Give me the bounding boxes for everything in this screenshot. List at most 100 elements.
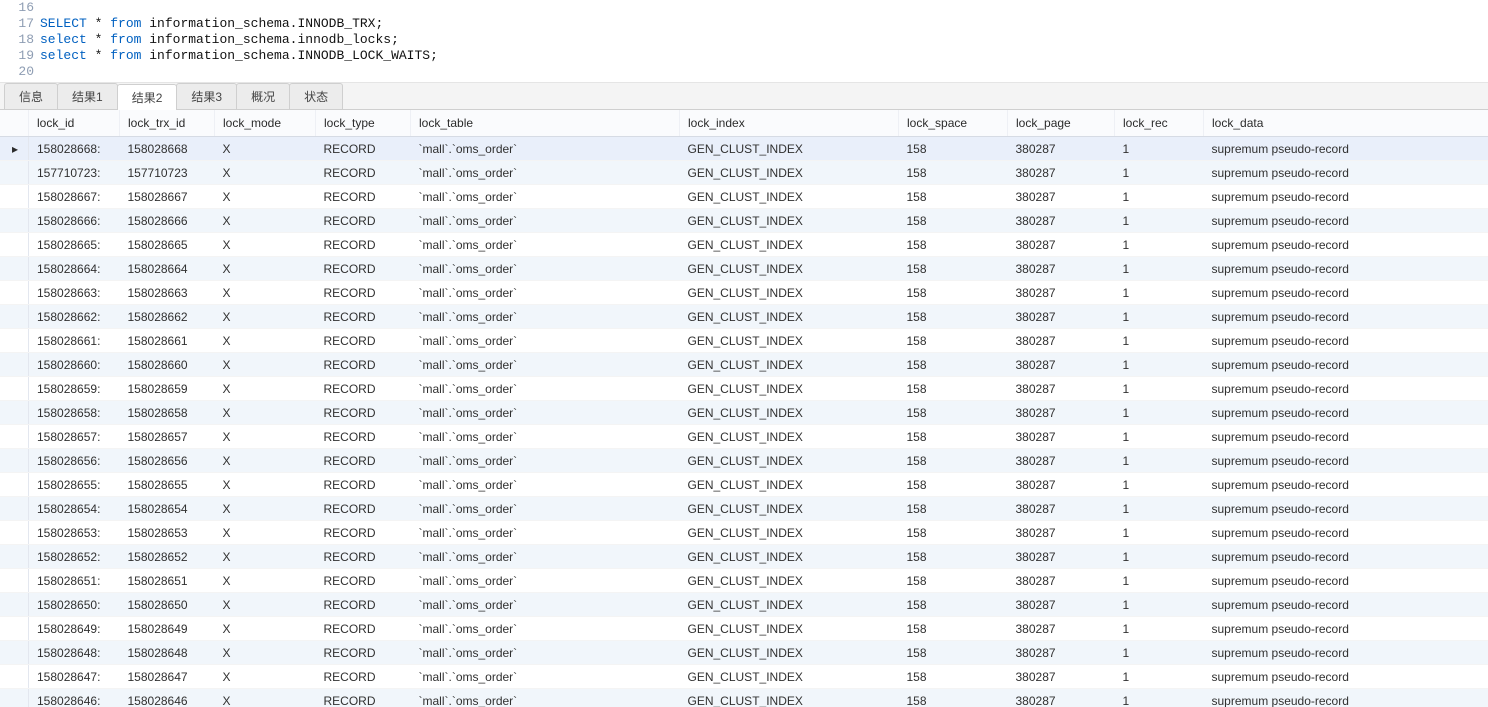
table-row[interactable]: 158028649:158028649XRECORD`mall`.`oms_or… [0, 617, 1488, 641]
cell-lock_page[interactable]: 380287 [1008, 209, 1115, 233]
tab-5[interactable]: 状态 [289, 83, 343, 109]
cell-lock_rec[interactable]: 1 [1115, 521, 1204, 545]
cell-lock_type[interactable]: RECORD [316, 593, 411, 617]
cell-lock_index[interactable]: GEN_CLUST_INDEX [680, 473, 899, 497]
cell-lock_id[interactable]: 158028650: [29, 593, 120, 617]
cell-lock_space[interactable]: 158 [899, 401, 1008, 425]
cell-lock_page[interactable]: 380287 [1008, 497, 1115, 521]
cell-lock_type[interactable]: RECORD [316, 545, 411, 569]
cell-lock_mode[interactable]: X [215, 425, 316, 449]
cell-lock_space[interactable]: 158 [899, 425, 1008, 449]
cell-lock_table[interactable]: `mall`.`oms_order` [411, 569, 680, 593]
cell-lock_space[interactable]: 158 [899, 497, 1008, 521]
cell-lock_id[interactable]: 158028663: [29, 281, 120, 305]
cell-lock_index[interactable]: GEN_CLUST_INDEX [680, 137, 899, 161]
cell-lock_trx_id[interactable]: 158028657 [120, 425, 215, 449]
cell-lock_page[interactable]: 380287 [1008, 689, 1115, 707]
cell-lock_table[interactable]: `mall`.`oms_order` [411, 641, 680, 665]
cell-lock_space[interactable]: 158 [899, 329, 1008, 353]
cell-lock_mode[interactable]: X [215, 545, 316, 569]
cell-lock_id[interactable]: 158028655: [29, 473, 120, 497]
cell-lock_mode[interactable]: X [215, 617, 316, 641]
cell-lock_rec[interactable]: 1 [1115, 593, 1204, 617]
cell-lock_id[interactable]: 158028660: [29, 353, 120, 377]
cell-lock_id[interactable]: 158028665: [29, 233, 120, 257]
cell-lock_space[interactable]: 158 [899, 449, 1008, 473]
cell-lock_mode[interactable]: X [215, 521, 316, 545]
cell-lock_id[interactable]: 158028647: [29, 665, 120, 689]
cell-lock_index[interactable]: GEN_CLUST_INDEX [680, 545, 899, 569]
code-text[interactable]: select * from information_schema.innodb_… [40, 32, 399, 48]
cell-lock_type[interactable]: RECORD [316, 497, 411, 521]
cell-lock_table[interactable]: `mall`.`oms_order` [411, 545, 680, 569]
cell-lock_mode[interactable]: X [215, 161, 316, 185]
cell-lock_page[interactable]: 380287 [1008, 569, 1115, 593]
cell-lock_type[interactable]: RECORD [316, 185, 411, 209]
cell-lock_space[interactable]: 158 [899, 209, 1008, 233]
cell-lock_space[interactable]: 158 [899, 233, 1008, 257]
cell-lock_type[interactable]: RECORD [316, 209, 411, 233]
cell-lock_trx_id[interactable]: 158028663 [120, 281, 215, 305]
cell-lock_trx_id[interactable]: 158028665 [120, 233, 215, 257]
table-row[interactable]: 157710723:157710723XRECORD`mall`.`oms_or… [0, 161, 1488, 185]
cell-lock_mode[interactable]: X [215, 185, 316, 209]
cell-lock_trx_id[interactable]: 158028652 [120, 545, 215, 569]
table-row[interactable]: 158028661:158028661XRECORD`mall`.`oms_or… [0, 329, 1488, 353]
cell-lock_index[interactable]: GEN_CLUST_INDEX [680, 665, 899, 689]
cell-lock_data[interactable]: supremum pseudo-record [1204, 137, 1488, 161]
cell-lock_page[interactable]: 380287 [1008, 593, 1115, 617]
cell-lock_id[interactable]: 158028666: [29, 209, 120, 233]
cell-lock_rec[interactable]: 1 [1115, 137, 1204, 161]
cell-lock_page[interactable]: 380287 [1008, 473, 1115, 497]
table-row[interactable]: 158028653:158028653XRECORD`mall`.`oms_or… [0, 521, 1488, 545]
cell-lock_trx_id[interactable]: 158028660 [120, 353, 215, 377]
cell-lock_rec[interactable]: 1 [1115, 185, 1204, 209]
cell-lock_page[interactable]: 380287 [1008, 329, 1115, 353]
table-row[interactable]: 158028666:158028666XRECORD`mall`.`oms_or… [0, 209, 1488, 233]
cell-lock_type[interactable]: RECORD [316, 161, 411, 185]
cell-lock_id[interactable]: 158028656: [29, 449, 120, 473]
tab-2[interactable]: 结果2 [117, 84, 178, 110]
cell-lock_mode[interactable]: X [215, 593, 316, 617]
cell-lock_data[interactable]: supremum pseudo-record [1204, 449, 1488, 473]
cell-lock_data[interactable]: supremum pseudo-record [1204, 281, 1488, 305]
table-row[interactable]: 158028647:158028647XRECORD`mall`.`oms_or… [0, 665, 1488, 689]
cell-lock_table[interactable]: `mall`.`oms_order` [411, 521, 680, 545]
cell-lock_space[interactable]: 158 [899, 689, 1008, 707]
cell-lock_mode[interactable]: X [215, 401, 316, 425]
cell-lock_trx_id[interactable]: 158028647 [120, 665, 215, 689]
cell-lock_mode[interactable]: X [215, 257, 316, 281]
cell-lock_rec[interactable]: 1 [1115, 257, 1204, 281]
cell-lock_id[interactable]: 158028648: [29, 641, 120, 665]
cell-lock_table[interactable]: `mall`.`oms_order` [411, 137, 680, 161]
cell-lock_data[interactable]: supremum pseudo-record [1204, 233, 1488, 257]
cell-lock_rec[interactable]: 1 [1115, 281, 1204, 305]
cell-lock_index[interactable]: GEN_CLUST_INDEX [680, 233, 899, 257]
cell-lock_index[interactable]: GEN_CLUST_INDEX [680, 329, 899, 353]
cell-lock_trx_id[interactable]: 158028646 [120, 689, 215, 707]
cell-lock_page[interactable]: 380287 [1008, 545, 1115, 569]
cell-lock_space[interactable]: 158 [899, 137, 1008, 161]
cell-lock_mode[interactable]: X [215, 137, 316, 161]
tab-3[interactable]: 结果3 [176, 83, 237, 109]
cell-lock_data[interactable]: supremum pseudo-record [1204, 545, 1488, 569]
table-row[interactable]: ▸158028668:158028668XRECORD`mall`.`oms_o… [0, 137, 1488, 161]
cell-lock_type[interactable]: RECORD [316, 473, 411, 497]
cell-lock_trx_id[interactable]: 158028656 [120, 449, 215, 473]
code-text[interactable]: SELECT * from information_schema.INNODB_… [40, 16, 383, 32]
cell-lock_page[interactable]: 380287 [1008, 353, 1115, 377]
cell-lock_rec[interactable]: 1 [1115, 209, 1204, 233]
cell-lock_table[interactable]: `mall`.`oms_order` [411, 353, 680, 377]
cell-lock_type[interactable]: RECORD [316, 329, 411, 353]
cell-lock_data[interactable]: supremum pseudo-record [1204, 617, 1488, 641]
cell-lock_trx_id[interactable]: 158028659 [120, 377, 215, 401]
col-header-lock_trx_id[interactable]: lock_trx_id [120, 110, 215, 137]
cell-lock_data[interactable]: supremum pseudo-record [1204, 161, 1488, 185]
cell-lock_space[interactable]: 158 [899, 569, 1008, 593]
cell-lock_mode[interactable]: X [215, 449, 316, 473]
table-row[interactable]: 158028659:158028659XRECORD`mall`.`oms_or… [0, 377, 1488, 401]
table-row[interactable]: 158028648:158028648XRECORD`mall`.`oms_or… [0, 641, 1488, 665]
tab-4[interactable]: 概况 [236, 83, 290, 109]
cell-lock_trx_id[interactable]: 158028655 [120, 473, 215, 497]
cell-lock_table[interactable]: `mall`.`oms_order` [411, 689, 680, 707]
